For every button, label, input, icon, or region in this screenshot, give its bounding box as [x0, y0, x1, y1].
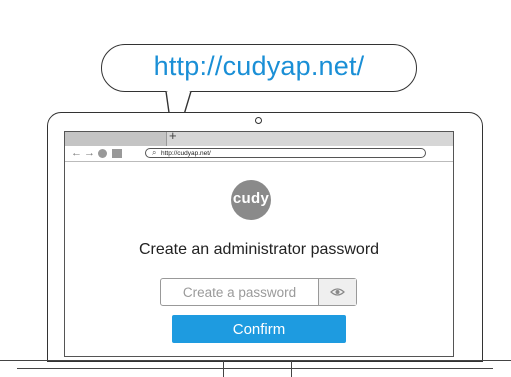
url-callout-bubble: http://cudyap.net/: [101, 44, 417, 92]
address-bar-url[interactable]: http://cudyap.net/: [161, 149, 211, 158]
address-bar[interactable]: ⌕ http://cudyap.net/: [145, 148, 426, 158]
password-input[interactable]: [161, 279, 318, 305]
tab-bar: +: [65, 129, 453, 146]
forward-arrow-icon[interactable]: →: [84, 147, 95, 159]
callout-url-text: http://cudyap.net/: [153, 51, 365, 81]
logo-text: cudy: [232, 190, 270, 207]
browser-window: + ← → ⌕ http://cudyap.net/ cudy Create a…: [64, 129, 454, 357]
laptop-hinge-line: [17, 368, 493, 370]
page-title: Create an administrator password: [138, 241, 380, 258]
touchpad-right-edge: [291, 361, 293, 377]
home-icon[interactable]: [112, 149, 122, 158]
new-tab-button[interactable]: +: [169, 129, 177, 143]
browser-toolbar: ← → ⌕ http://cudyap.net/: [65, 146, 453, 162]
eye-icon: [330, 288, 345, 296]
cudy-logo: cudy: [231, 180, 271, 220]
show-password-button[interactable]: [318, 279, 356, 305]
back-arrow-icon[interactable]: ←: [71, 147, 82, 159]
browser-tab[interactable]: [65, 132, 167, 146]
search-icon: ⌕: [152, 148, 157, 157]
reload-icon[interactable]: [98, 149, 107, 158]
confirm-button[interactable]: Confirm: [172, 315, 346, 343]
touchpad-left-edge: [223, 361, 225, 377]
password-field-group: [160, 278, 357, 306]
webcam: [255, 117, 262, 124]
laptop-base-edge: [0, 360, 511, 362]
